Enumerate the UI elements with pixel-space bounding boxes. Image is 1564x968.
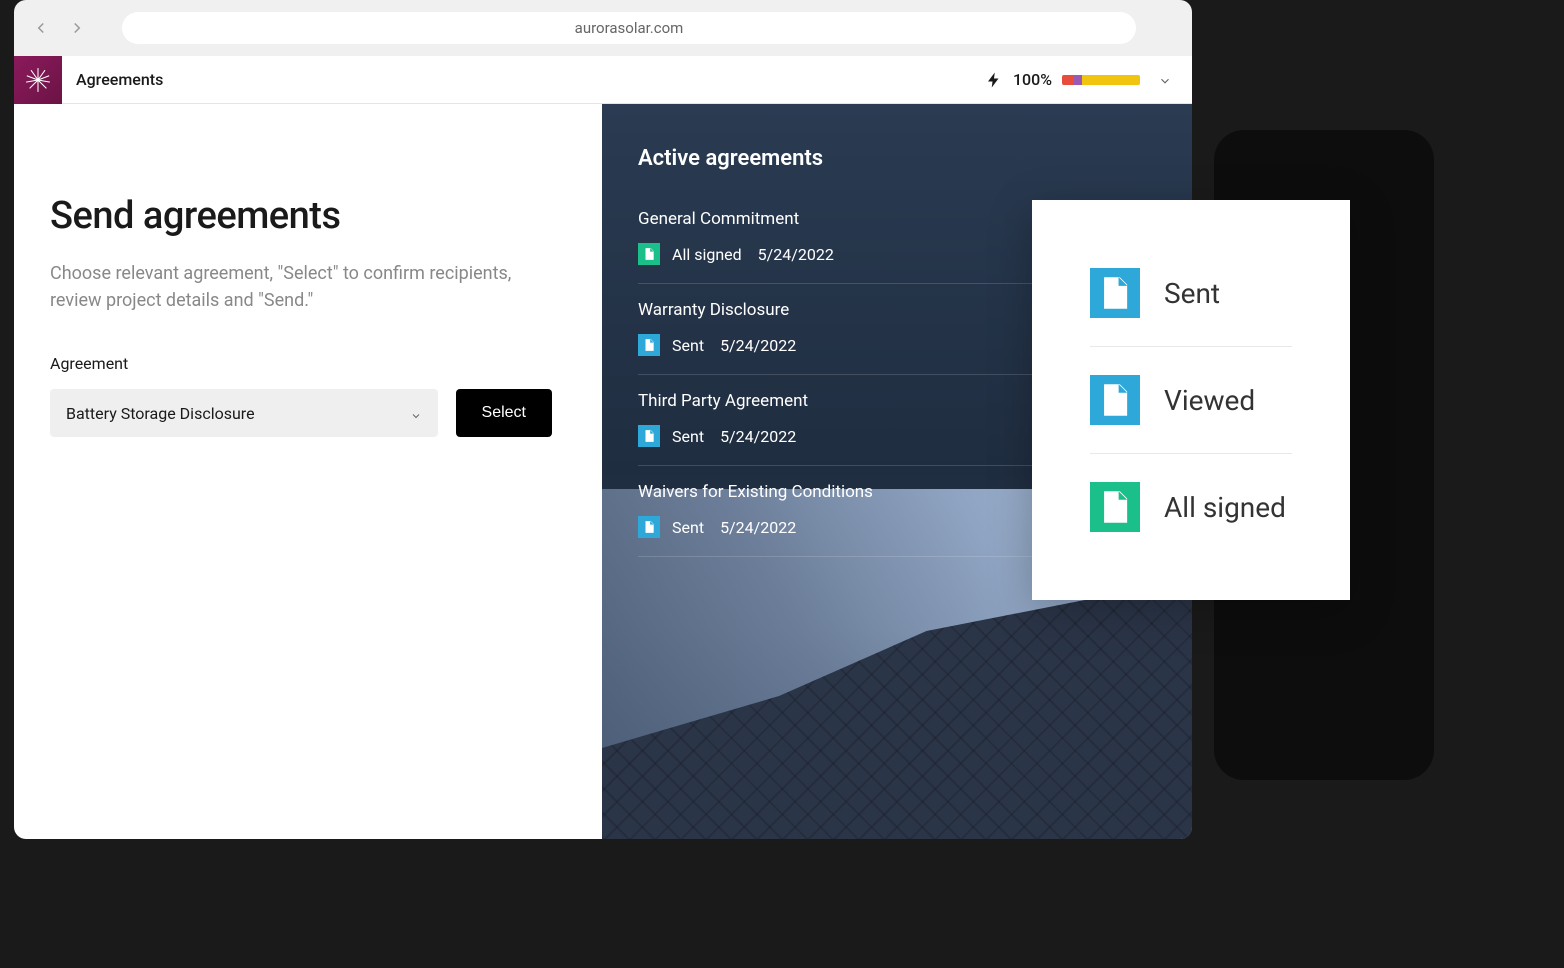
agreement-status: Sent: [672, 427, 704, 446]
document-icon: [1090, 268, 1140, 318]
chevron-down-icon: [410, 407, 422, 419]
progress-percent: 100%: [1013, 70, 1052, 89]
legend-label: Sent: [1164, 277, 1220, 310]
send-agreements-panel: Send agreements Choose relevant agreemen…: [14, 104, 602, 839]
document-icon: [638, 243, 660, 265]
url-text: aurorasolar.com: [575, 19, 684, 37]
legend-item-viewed: Viewed: [1090, 346, 1292, 453]
status-legend-popover: Sent Viewed All signed: [1032, 200, 1350, 600]
legend-item-sent: Sent: [1090, 240, 1292, 346]
nav-forward-icon[interactable]: [66, 17, 88, 39]
url-bar[interactable]: aurorasolar.com: [122, 12, 1136, 44]
document-icon: [638, 516, 660, 538]
legend-label: Viewed: [1164, 384, 1255, 417]
document-icon: [1090, 482, 1140, 532]
legend-item-allsigned: All signed: [1090, 453, 1292, 560]
send-agreements-heading: Send agreements: [50, 194, 552, 238]
bolt-icon: [985, 71, 1003, 89]
progress-segment-red: [1062, 75, 1074, 85]
agreement-date: 5/24/2022: [720, 336, 796, 355]
agreement-date: 5/24/2022: [720, 427, 796, 446]
agreement-dropdown[interactable]: Battery Storage Disclosure: [50, 389, 438, 437]
agreement-status: Sent: [672, 336, 704, 355]
progress-segment-yellow: [1082, 75, 1140, 85]
agreement-field-label: Agreement: [50, 354, 552, 373]
active-agreements-heading: Active agreements: [638, 146, 1156, 171]
agreement-date: 5/24/2022: [758, 245, 834, 264]
legend-label: All signed: [1164, 491, 1286, 524]
agreement-date: 5/24/2022: [720, 518, 796, 537]
main-content: Send agreements Choose relevant agreemen…: [14, 104, 1192, 839]
progress-segment-purple: [1074, 75, 1082, 85]
select-button[interactable]: Select: [456, 389, 552, 437]
send-agreements-subtitle: Choose relevant agreement, "Select" to c…: [50, 260, 552, 314]
chevron-down-icon[interactable]: [1158, 73, 1172, 87]
agreement-status: All signed: [672, 245, 742, 264]
header-right: 100%: [985, 70, 1192, 89]
progress-bar: [1062, 75, 1140, 85]
app-logo[interactable]: [14, 56, 62, 104]
agreement-status: Sent: [672, 518, 704, 537]
dropdown-value: Battery Storage Disclosure: [66, 404, 255, 423]
page-title: Agreements: [76, 70, 163, 89]
document-icon: [638, 425, 660, 447]
nav-back-icon[interactable]: [30, 17, 52, 39]
document-icon: [638, 334, 660, 356]
browser-chrome: aurorasolar.com: [14, 0, 1192, 56]
document-icon: [1090, 375, 1140, 425]
app-header: Agreements 100%: [14, 56, 1192, 104]
